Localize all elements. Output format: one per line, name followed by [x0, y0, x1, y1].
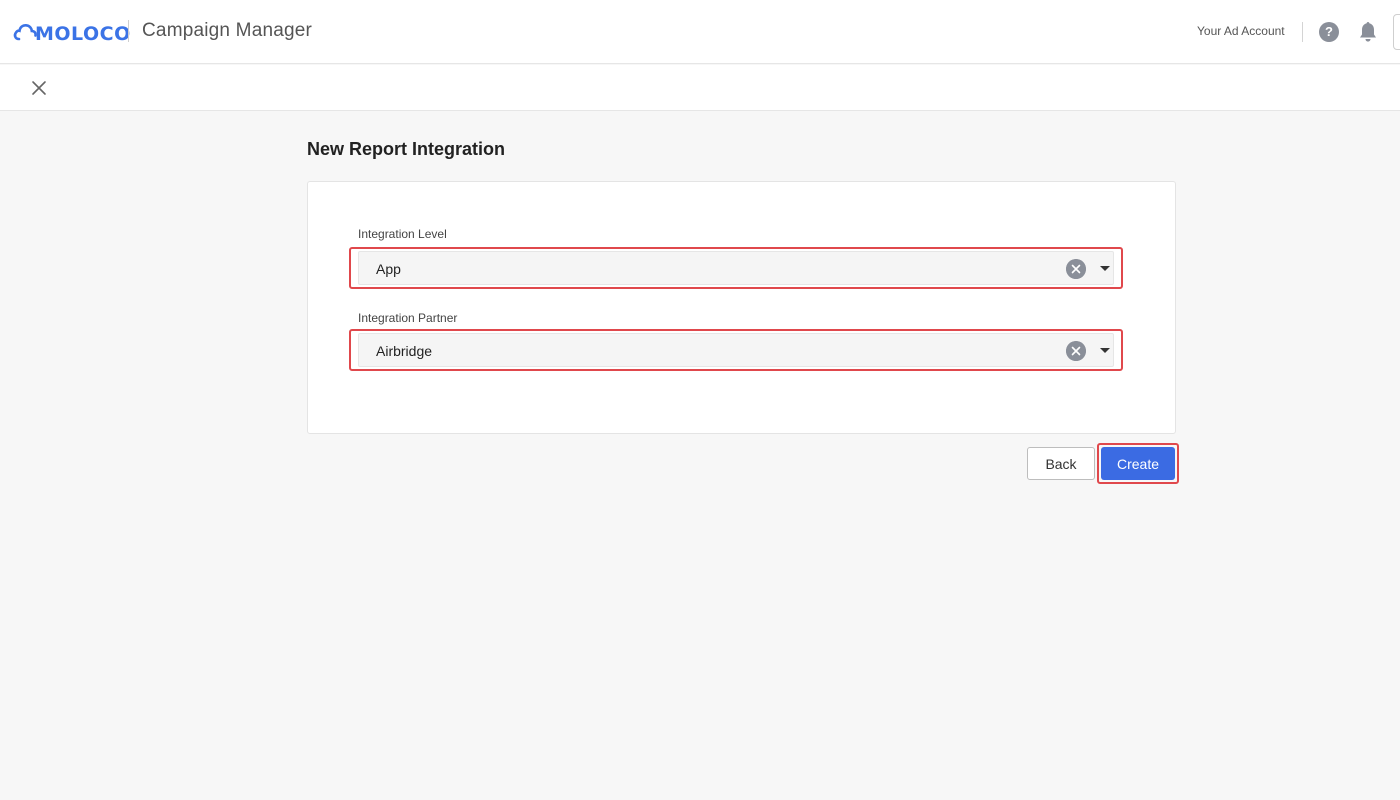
bell-icon[interactable] [1357, 20, 1379, 44]
top-navigation-bar: MOLOCO Campaign Manager Your Ad Account … [0, 0, 1400, 64]
app-title: Campaign Manager [142, 20, 313, 41]
clear-icon[interactable] [1066, 341, 1086, 361]
create-button-highlight: Create [1097, 443, 1179, 484]
page-title: New Report Integration [307, 139, 506, 159]
help-icon[interactable]: ? [1319, 22, 1339, 42]
integration-level-label: Integration Level [358, 227, 447, 241]
caret-down-icon[interactable] [1100, 348, 1110, 353]
integration-partner-value: Airbridge [376, 343, 433, 359]
integration-level-select[interactable]: App [349, 247, 1123, 289]
header-divider [1302, 22, 1303, 42]
sub-toolbar [0, 65, 1400, 111]
ad-account-selector[interactable]: Your Ad Account [1197, 24, 1285, 38]
close-icon[interactable] [30, 79, 48, 97]
header-divider [128, 20, 129, 42]
create-button[interactable]: Create [1101, 447, 1175, 480]
clear-icon[interactable] [1066, 259, 1086, 279]
integration-level-value: App [376, 261, 401, 277]
integration-level-field[interactable]: App [358, 251, 1114, 285]
user-menu-button[interactable] [1393, 14, 1400, 50]
form-card [307, 181, 1176, 434]
integration-partner-select[interactable]: Airbridge [349, 329, 1123, 371]
back-button[interactable]: Back [1027, 447, 1095, 480]
moloco-logo[interactable]: MOLOCO [12, 18, 131, 46]
integration-partner-label: Integration Partner [358, 311, 458, 325]
integration-partner-field[interactable]: Airbridge [358, 333, 1114, 367]
logo-text: MOLOCO [35, 23, 131, 45]
caret-down-icon[interactable] [1100, 266, 1110, 271]
